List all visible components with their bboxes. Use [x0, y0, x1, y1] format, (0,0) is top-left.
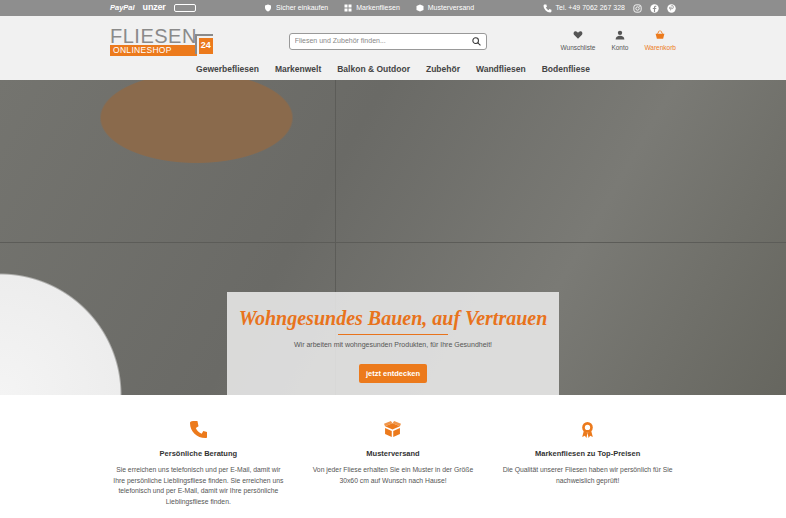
nav-item[interactable]: Wandfliesen [476, 63, 526, 76]
pinterest-icon [667, 4, 676, 13]
header-action-label[interactable]: Warenkorb [644, 44, 676, 52]
header-action-label[interactable]: Konto [611, 44, 628, 52]
trust-feature-label: Musterversand [428, 3, 474, 14]
package-icon [384, 421, 401, 438]
logo-text[interactable]: FLIESENONLINESHOP [110, 27, 197, 56]
phone-link[interactable]: Tel. +49 7062 267 328 [543, 3, 625, 14]
hero-overlay: Wohngesundes Bauen, auf Vertrauen Wir arb… [227, 292, 559, 395]
feature-text: Sie erreichen uns telefonisch und per E-… [105, 465, 292, 507]
nav-item[interactable]: Bodenfliese [542, 63, 590, 76]
header-action[interactable]: Wunschliste [561, 30, 596, 52]
header-action-label[interactable]: Wunschliste [561, 44, 596, 52]
nav-item[interactable]: Gewerbefliesen [196, 63, 259, 76]
hero-button-wrap: jetzt entdecken [237, 359, 549, 383]
main-nav: Gewerbefliesen Markenwelt Balkon & Outdoor… [0, 62, 786, 80]
feature-item: Persönliche Beratung Sie erreichen uns te… [101, 417, 296, 507]
hero-banner: Wohngesundes Bauen, auf Vertrauen Wir arb… [0, 80, 786, 395]
features: Persönliche Beratung Sie erreichen uns te… [93, 395, 693, 507]
title-rule [338, 334, 448, 335]
trust-seal [174, 4, 196, 12]
heart-icon [573, 30, 583, 40]
hero-subtitle: Wir arbeiten mit wohngesunden Produkten,… [237, 340, 549, 351]
header-actions: Wunschliste Konto Warenkorb [561, 30, 676, 52]
facebook-icon [650, 4, 659, 13]
discover-button[interactable]: jetzt entdecken [359, 364, 427, 383]
header: FLIESENONLINESHOP24 Wunschliste Konto Waren… [0, 16, 786, 62]
feature-row: Persönliche Beratung Sie erreichen uns te… [101, 409, 685, 507]
instagram-icon [633, 4, 642, 13]
header-action[interactable]: Warenkorb [644, 30, 676, 52]
award-icon [579, 421, 596, 438]
hero-title: Wohngesundes Bauen, auf Vertrauen [237, 306, 549, 330]
payment-logos: PayPal unzer [110, 1, 196, 15]
header-action[interactable]: Konto [611, 30, 628, 52]
tile-icon [344, 4, 352, 12]
nav-item[interactable]: Markenwelt [275, 63, 321, 76]
trust-features: Sicher einkaufen Markenfliesen Musterversa… [264, 3, 474, 14]
phone-icon [190, 421, 207, 438]
payment-logo: unzer [143, 1, 166, 15]
logo[interactable]: FLIESENONLINESHOP24 [110, 27, 215, 56]
feature-text: Von jeder Fliese erhalten Sie ein Muster… [300, 465, 487, 486]
nav-item[interactable]: Zubehör [426, 63, 460, 76]
feature-title: Markenfliesen zu Top-Preisen [494, 448, 681, 459]
feature-text: Die Qualität unserer Fliesen haben wir p… [494, 465, 681, 486]
logo-sub[interactable]: ONLINESHOP [110, 45, 197, 56]
trust-feature: Markenfliesen [344, 3, 400, 14]
trust-feature: Sicher einkaufen [264, 3, 328, 14]
search-icon [472, 37, 481, 46]
feature-title: Persönliche Beratung [105, 448, 292, 459]
basket-icon [655, 30, 665, 40]
phone-icon [543, 4, 552, 13]
person-icon [615, 30, 625, 40]
payment-logo: PayPal [110, 2, 135, 13]
feature-title: Musterversand [300, 448, 487, 459]
nav-item[interactable]: Balkon & Outdoor [337, 63, 410, 76]
search-input[interactable] [295, 35, 472, 48]
logo-badge[interactable]: 24 [197, 36, 215, 56]
top-bar: PayPal unzer Sicher einkaufen Markenfliesen… [0, 0, 786, 16]
trust-feature: Musterversand [416, 3, 474, 14]
phone-number[interactable]: Tel. +49 7062 267 328 [556, 3, 625, 14]
contact: Tel. +49 7062 267 328 [543, 3, 676, 14]
trust-feature-label: Sicher einkaufen [276, 3, 328, 14]
box-icon [416, 4, 424, 12]
feature-item: Musterversand Von jeder Fliese erhalten S… [296, 417, 491, 507]
search-field[interactable] [289, 33, 487, 50]
feature-item: Markenfliesen zu Top-Preisen Die Qualität… [490, 417, 685, 507]
logo-main[interactable]: FLIESEN [110, 27, 197, 45]
shield-icon [264, 4, 272, 12]
trust-feature-label: Markenfliesen [356, 3, 400, 14]
